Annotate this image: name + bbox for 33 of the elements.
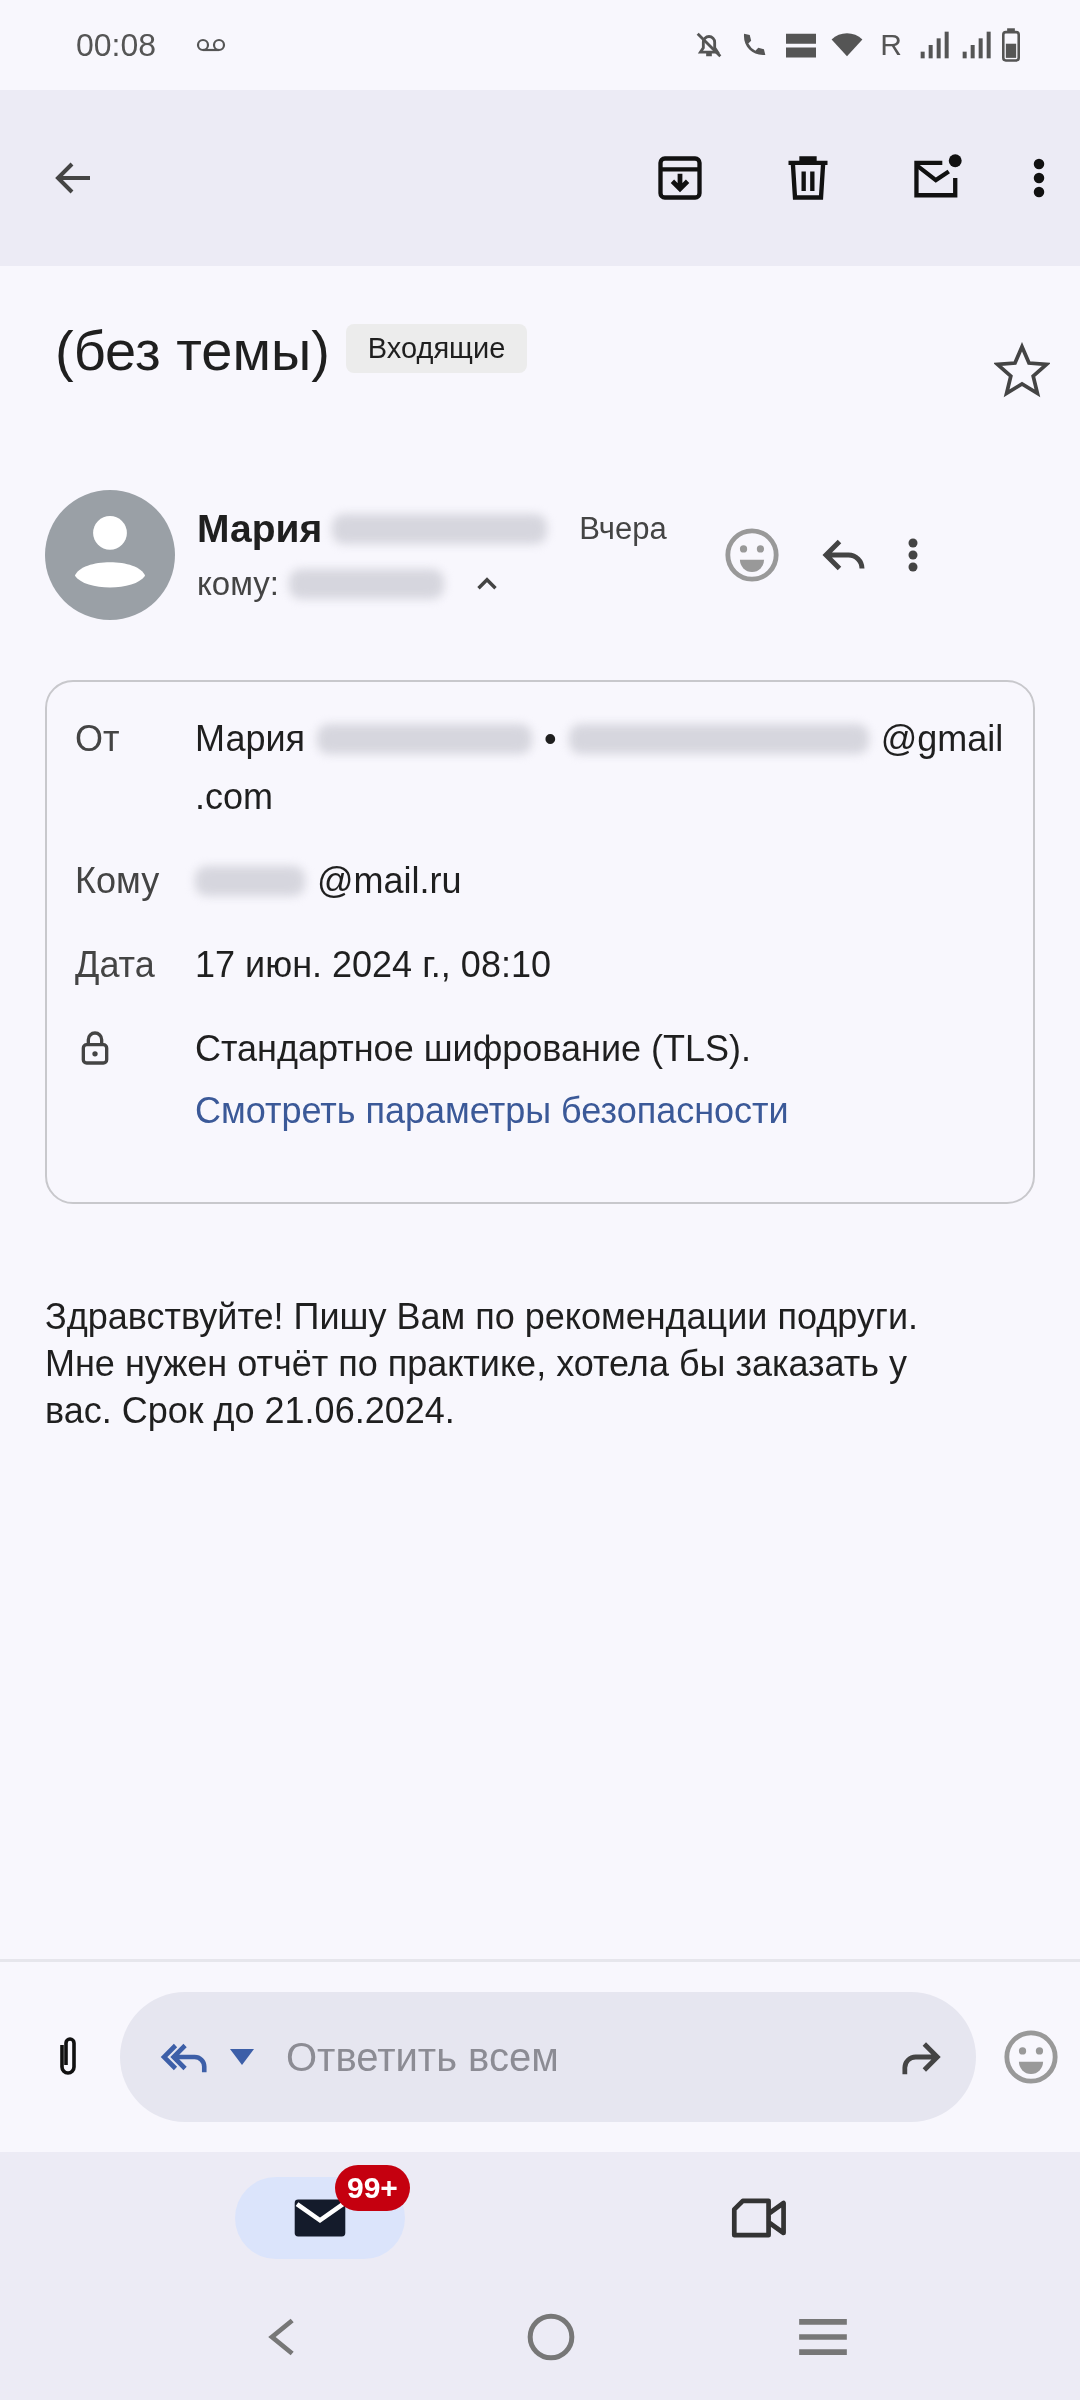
subject-title: (без темы) — [55, 317, 330, 383]
detail-value: @gmail — [880, 718, 1004, 760]
battery-icon — [1002, 28, 1020, 62]
detail-value: Мария — [195, 718, 306, 760]
detail-value: • — [544, 718, 557, 760]
status-time: 00:08 — [76, 26, 157, 64]
dropdown-icon — [230, 2049, 254, 2065]
unread-count-badge: 99+ — [335, 2165, 410, 2211]
detail-label: От — [75, 718, 121, 760]
home-icon[interactable] — [526, 2312, 576, 2362]
detail-value: .com — [195, 776, 273, 818]
signal-icon — [918, 29, 950, 61]
wifi-icon — [830, 31, 865, 59]
signal-icon — [960, 29, 992, 61]
reply-all-field[interactable]: Ответить всем — [120, 1992, 976, 2122]
roaming-indicator: R — [880, 28, 902, 62]
detail-value: @mail.ru — [317, 860, 462, 902]
message-body: Здравствуйте! Пишу Вам по рекомендации подруги. Мне нужен отчёт по практике, хотела бы заказать у вас. Срок до 21.06.2024. — [44, 1295, 920, 1433]
encryption-text: Стандартное шифрование (TLS). — [195, 1028, 753, 1070]
sender-name: Мария — [197, 507, 323, 551]
security-link[interactable]: Смотреть параметры безопасности — [195, 1090, 789, 1132]
emoji-icon[interactable] — [723, 526, 781, 584]
reply-all-field[interactable]: Ответить всем — [284, 2033, 880, 2081]
recipient-label: кому: — [197, 565, 279, 603]
inbox-label: Входящие — [345, 323, 528, 373]
message-time: Вчера — [579, 511, 667, 547]
star-icon[interactable] — [994, 342, 1050, 398]
voicemail-icon — [196, 38, 227, 52]
detail-value: 17 июн. 2024 г., 08:10 — [195, 944, 551, 986]
detail-label: Дата — [75, 944, 156, 986]
emoji-icon[interactable] — [1002, 2028, 1060, 2086]
avatar-icon — [45, 490, 175, 620]
detail-label: Кому — [75, 860, 161, 902]
